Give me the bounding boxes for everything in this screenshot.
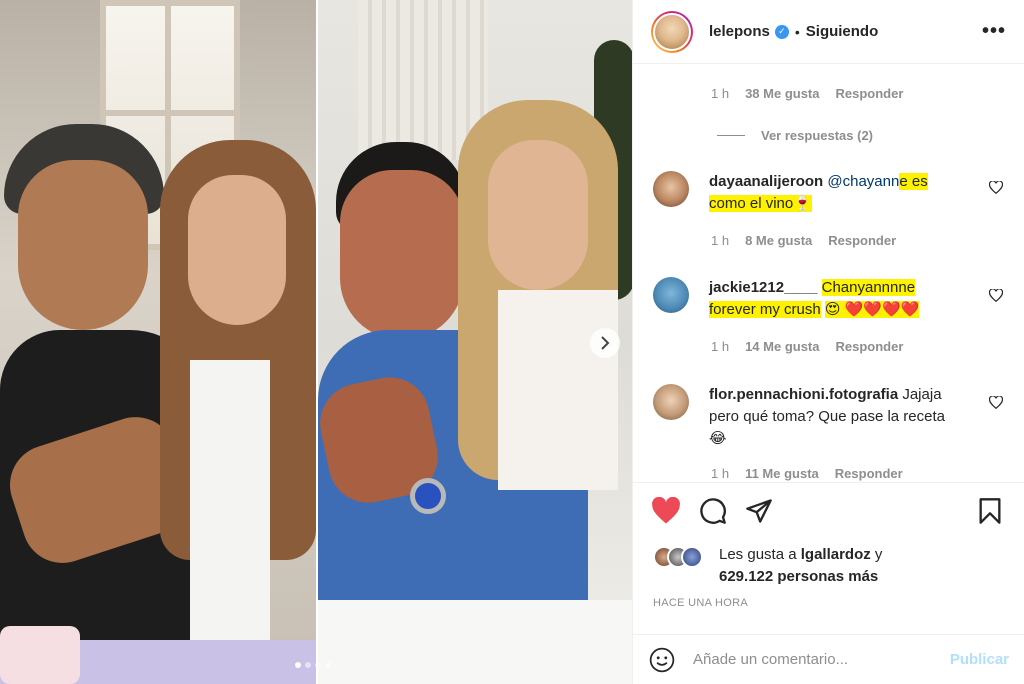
carousel-dot	[295, 662, 301, 668]
post-header: lelepons ✓ • Siguiendo •••	[633, 0, 1024, 64]
laugh-emoji: 😂	[709, 430, 727, 447]
comments-list[interactable]: 1 h 38 Me gusta Responder Ver respuestas…	[633, 64, 1024, 482]
commenter-username[interactable]: dayaanalijeroon	[709, 173, 823, 190]
verified-badge-icon: ✓	[774, 24, 789, 39]
comment-like-heart-icon[interactable]	[989, 289, 1003, 302]
likes-prefix: Les gusta a	[719, 546, 797, 563]
liker-avatars	[653, 546, 713, 570]
emoji-smile-icon[interactable]	[649, 647, 675, 673]
comment-time: 1 h	[711, 466, 730, 481]
commenter-avatar[interactable]	[653, 171, 689, 207]
chevron-right-icon	[601, 336, 610, 350]
carousel-dot	[305, 662, 311, 668]
post-photo-carousel[interactable]	[0, 0, 632, 684]
mention-link[interactable]: @chayann	[827, 173, 899, 190]
photo-left	[0, 0, 316, 684]
comment-like-heart-icon[interactable]	[989, 396, 1003, 409]
post-actions-bar	[633, 482, 1024, 540]
carousel-dot	[325, 662, 331, 668]
likes-connector: y	[874, 546, 883, 563]
comment-meta: 1 h 14 Me gusta Responder	[711, 339, 903, 354]
comment-input[interactable]	[693, 651, 923, 668]
likes-summary[interactable]: Les gusta a lgallardoz y 629.122 persona…	[653, 540, 1013, 590]
author-avatar[interactable]	[651, 10, 693, 53]
add-comment-bar: Publicar	[633, 634, 1024, 684]
comment-time: 1 h	[711, 86, 730, 101]
comment-likes[interactable]: 38 Me gusta	[745, 86, 819, 101]
carousel-dot	[315, 662, 321, 668]
heart-filled-icon[interactable]	[651, 497, 681, 525]
comment-likes[interactable]: 11 Me gusta	[745, 466, 819, 481]
next-photo-button[interactable]	[590, 328, 620, 358]
comment-text: dayaanalijeroon @chayanne es como el vin…	[709, 171, 969, 215]
likes-count-link[interactable]: 629.122 personas más	[719, 568, 878, 585]
comment-body-highlight: como el vino	[709, 195, 794, 212]
more-horizontal-icon[interactable]: •••	[982, 20, 1006, 43]
view-replies-button[interactable]: Ver respuestas (2)	[717, 128, 873, 143]
comment-text: jackie1212____ Chanyannnne forever my cr…	[709, 277, 969, 321]
commenter-avatar[interactable]	[653, 277, 689, 313]
hearts-emoji: 😍 ❤️❤️❤️❤️	[824, 301, 920, 318]
comment-bubble-icon[interactable]	[699, 497, 727, 525]
photo-right	[318, 0, 632, 684]
bookmark-icon[interactable]	[977, 497, 1003, 525]
comment-meta: 1 h 38 Me gusta Responder	[711, 86, 903, 101]
reply-button[interactable]: Responder	[836, 339, 904, 354]
commenter-username[interactable]: jackie1212____	[709, 279, 817, 296]
comment-meta: 1 h 11 Me gusta Responder	[711, 466, 903, 481]
author-username[interactable]: lelepons	[709, 23, 770, 40]
wine-emoji: 🍷	[793, 195, 812, 212]
comment-time: 1 h	[711, 339, 730, 354]
reply-button[interactable]: Responder	[836, 86, 904, 101]
follow-status-button[interactable]: Siguiendo	[806, 23, 879, 40]
separator-dot: •	[794, 23, 800, 40]
reply-button[interactable]: Responder	[828, 233, 896, 248]
comment-time: 1 h	[711, 233, 730, 248]
comment-body-highlight: e es	[899, 173, 928, 190]
likes-text: Les gusta a lgallardoz y 629.122 persona…	[719, 544, 882, 588]
reply-button[interactable]: Responder	[835, 466, 903, 481]
publish-button[interactable]: Publicar	[950, 651, 1009, 668]
comment-likes[interactable]: 14 Me gusta	[745, 339, 819, 354]
comment-likes[interactable]: 8 Me gusta	[745, 233, 812, 248]
comment-body-highlight: Chanyannnne	[821, 279, 916, 296]
post-timestamp[interactable]: HACE UNA HORA	[653, 597, 748, 609]
comment-meta: 1 h 8 Me gusta Responder	[711, 233, 896, 248]
comment-body-highlight: forever my crush	[709, 301, 821, 318]
liker-username[interactable]: lgallardoz	[801, 546, 871, 563]
view-replies-label: Ver respuestas (2)	[761, 128, 874, 143]
carousel-dots	[295, 662, 331, 668]
commenter-username[interactable]: flor.pennachioni.fotografia	[709, 386, 898, 403]
post-side-panel: lelepons ✓ • Siguiendo ••• 1 h 38 Me gus…	[632, 0, 1024, 684]
paper-plane-icon[interactable]	[745, 497, 773, 525]
comment-like-heart-icon[interactable]	[989, 181, 1003, 194]
commenter-avatar[interactable]	[653, 384, 689, 420]
comment-text: flor.pennachioni.fotografia Jajaja pero …	[709, 384, 969, 450]
